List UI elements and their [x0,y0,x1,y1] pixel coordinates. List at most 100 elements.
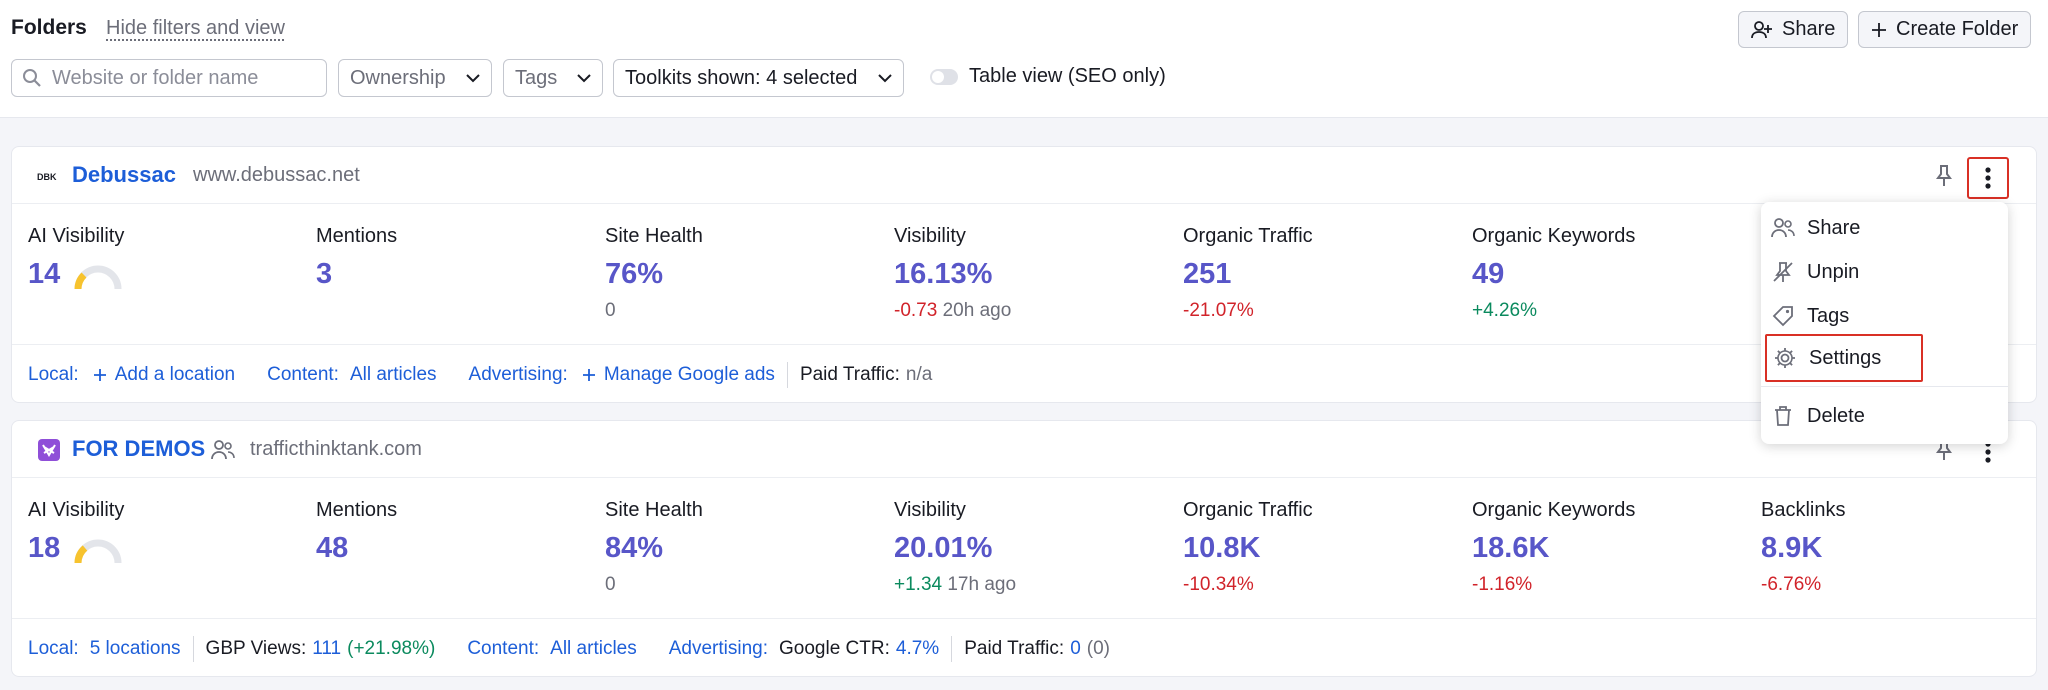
share-button[interactable]: Share [1738,11,1849,48]
share-users-icon [1771,217,1795,239]
page-title: Folders [11,16,87,39]
metric-label: AI Visibility [28,225,125,247]
unpin-icon [1771,260,1795,284]
metrics-row: AI Visibility 18 Mentions 48 Site Health… [12,499,2036,609]
menu-item-label: Tags [1807,304,1850,327]
pin-icon[interactable] [1935,164,1953,188]
menu-item-unpin[interactable]: Unpin [1761,254,2008,290]
metric-value: 49 [1472,258,1505,290]
search-input[interactable] [52,66,312,90]
tags-label: Tags [515,66,558,89]
metric-change: -21.07% [1183,300,1254,321]
hide-filters-link[interactable]: Hide filters and view [106,17,285,40]
metric-label: Site Health [605,225,703,247]
search-field[interactable] [11,59,327,97]
metric-change: -0.73 [894,300,938,321]
metric-value: 48 [316,532,349,564]
metrics-row: AI Visibility 14 Mentions 3 Site Health … [12,225,2036,335]
google-ctr-value[interactable]: 4.7% [896,638,939,660]
menu-divider [1761,386,2008,387]
metric-time: 17h ago [947,574,1017,595]
folder-card-for-demos: FOR DEMOS trafficthinktank.com AI Visibi… [11,420,2037,677]
metric-change: -1.16% [1472,574,1533,595]
metric-value: 14 [28,258,61,290]
site-logo: DBK [37,165,59,187]
paid-traffic-label: Paid Traffic: [964,637,1065,659]
metric-label: Site Health [605,499,703,521]
card-footer: Local: Add a location Content: All artic… [12,344,2036,404]
paid-traffic-label: Paid Traffic: [799,363,900,385]
plus-icon [582,368,595,381]
add-location-label: Add a location [114,363,236,385]
gbp-views-label: GBP Views: [205,637,307,659]
paid-traffic-extra: (0) [1086,637,1110,659]
manage-google-ads-link[interactable]: Manage Google ads [582,364,775,386]
divider [192,635,194,662]
filters-bar: Folders Hide filters and view Share Crea… [0,0,2048,118]
divider [786,361,788,388]
menu-item-label: Share [1807,216,1861,239]
table-view-toggle[interactable]: Table view (SEO only) [930,65,1166,88]
table-view-label: Table view (SEO only) [969,65,1166,87]
folder-url: www.debussac.net [193,164,360,186]
trash-icon [1771,404,1795,428]
add-location-link[interactable]: Add a location [93,364,235,386]
all-articles-link[interactable]: All articles [350,364,437,386]
content-label: Content: [267,363,339,385]
metric-change: -10.34% [1183,574,1254,595]
plus-icon [93,368,106,381]
card-header: FOR DEMOS trafficthinktank.com [12,421,2036,478]
folder-options-menu: Share Unpin Tags Settings Delete [1761,202,2008,444]
metric-label: Mentions [316,499,398,521]
manage-google-ads-label: Manage Google ads [603,363,775,385]
folder-name[interactable]: FOR DEMOS [72,436,205,462]
chevron-down-icon [577,73,591,83]
menu-item-settings[interactable]: Settings [1765,334,1923,382]
card-header: DBK Debussac www.debussac.net [12,147,2036,204]
local-label: Local: [28,637,79,659]
metric-change: +4.26% [1472,300,1537,321]
toggle-switch[interactable] [930,68,958,85]
folder-name[interactable]: Debussac [72,162,176,188]
tags-select[interactable]: Tags [503,59,603,97]
toolkits-select[interactable]: Toolkits shown: 4 selected [613,59,904,97]
paid-traffic-value[interactable]: 0 [1070,638,1081,660]
metric-label: Organic Keywords [1472,499,1636,521]
all-articles-link[interactable]: All articles [550,638,637,660]
menu-item-share[interactable]: Share [1761,210,2008,246]
metric-label: Backlinks [1761,499,1846,521]
toolkits-label: Toolkits shown: 4 selected [625,66,858,89]
menu-item-label: Unpin [1807,260,1860,283]
metric-value: 84% [605,532,664,564]
menu-item-tags[interactable]: Tags [1761,298,2008,334]
advertising-label: Advertising: [668,637,769,659]
metric-value: 251 [1183,258,1232,290]
chevron-down-icon [878,73,892,83]
gbp-views-value[interactable]: 111 [312,638,341,660]
content-label: Content: [467,637,540,659]
ownership-label: Ownership [350,66,446,89]
search-icon [22,68,42,88]
metric-value: 16.13% [894,258,993,290]
metric-sub: -0.73 20h ago [894,300,1011,322]
metric-value: 76% [605,258,664,290]
metric-label: Organic Traffic [1183,225,1313,247]
metric-value: 8.9K [1761,532,1823,564]
folder-url: trafficthinktank.com [250,438,422,460]
metric-value: 20.01% [894,532,993,564]
svg-text:DBK: DBK [37,172,57,182]
locations-link[interactable]: 5 locations [90,638,181,660]
tag-icon [1771,305,1795,327]
more-options-button[interactable] [1967,157,2009,199]
metric-sub: 0 [605,574,616,595]
metric-change: -6.76% [1761,574,1822,595]
metric-label: Organic Traffic [1183,499,1313,521]
ownership-select[interactable]: Ownership [338,59,492,97]
advertising-label: Advertising: [468,363,568,385]
divider [951,635,953,662]
local-label: Local: [28,363,79,385]
menu-item-label: Delete [1807,404,1865,427]
metric-label: Visibility [894,225,966,247]
create-folder-button[interactable]: Create Folder [1858,11,2032,48]
menu-item-delete[interactable]: Delete [1761,398,2008,434]
